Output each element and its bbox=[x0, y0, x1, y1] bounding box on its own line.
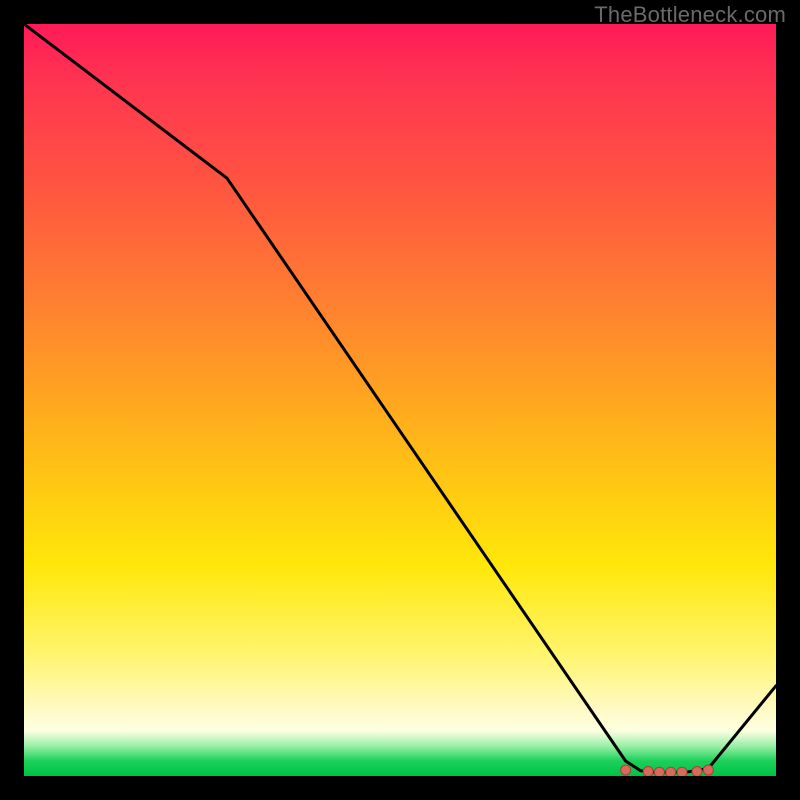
marker-dot bbox=[677, 767, 687, 776]
marker-dot bbox=[643, 767, 653, 777]
marker-dot bbox=[666, 767, 676, 776]
marker-dot bbox=[692, 767, 702, 777]
marker-dot bbox=[654, 767, 664, 776]
marker-dot bbox=[703, 765, 713, 775]
marker-dot bbox=[621, 765, 631, 775]
curve-line bbox=[24, 24, 776, 772]
chart-svg bbox=[24, 24, 776, 776]
plot-area bbox=[24, 24, 776, 776]
chart-frame: TheBottleneck.com bbox=[0, 0, 800, 800]
